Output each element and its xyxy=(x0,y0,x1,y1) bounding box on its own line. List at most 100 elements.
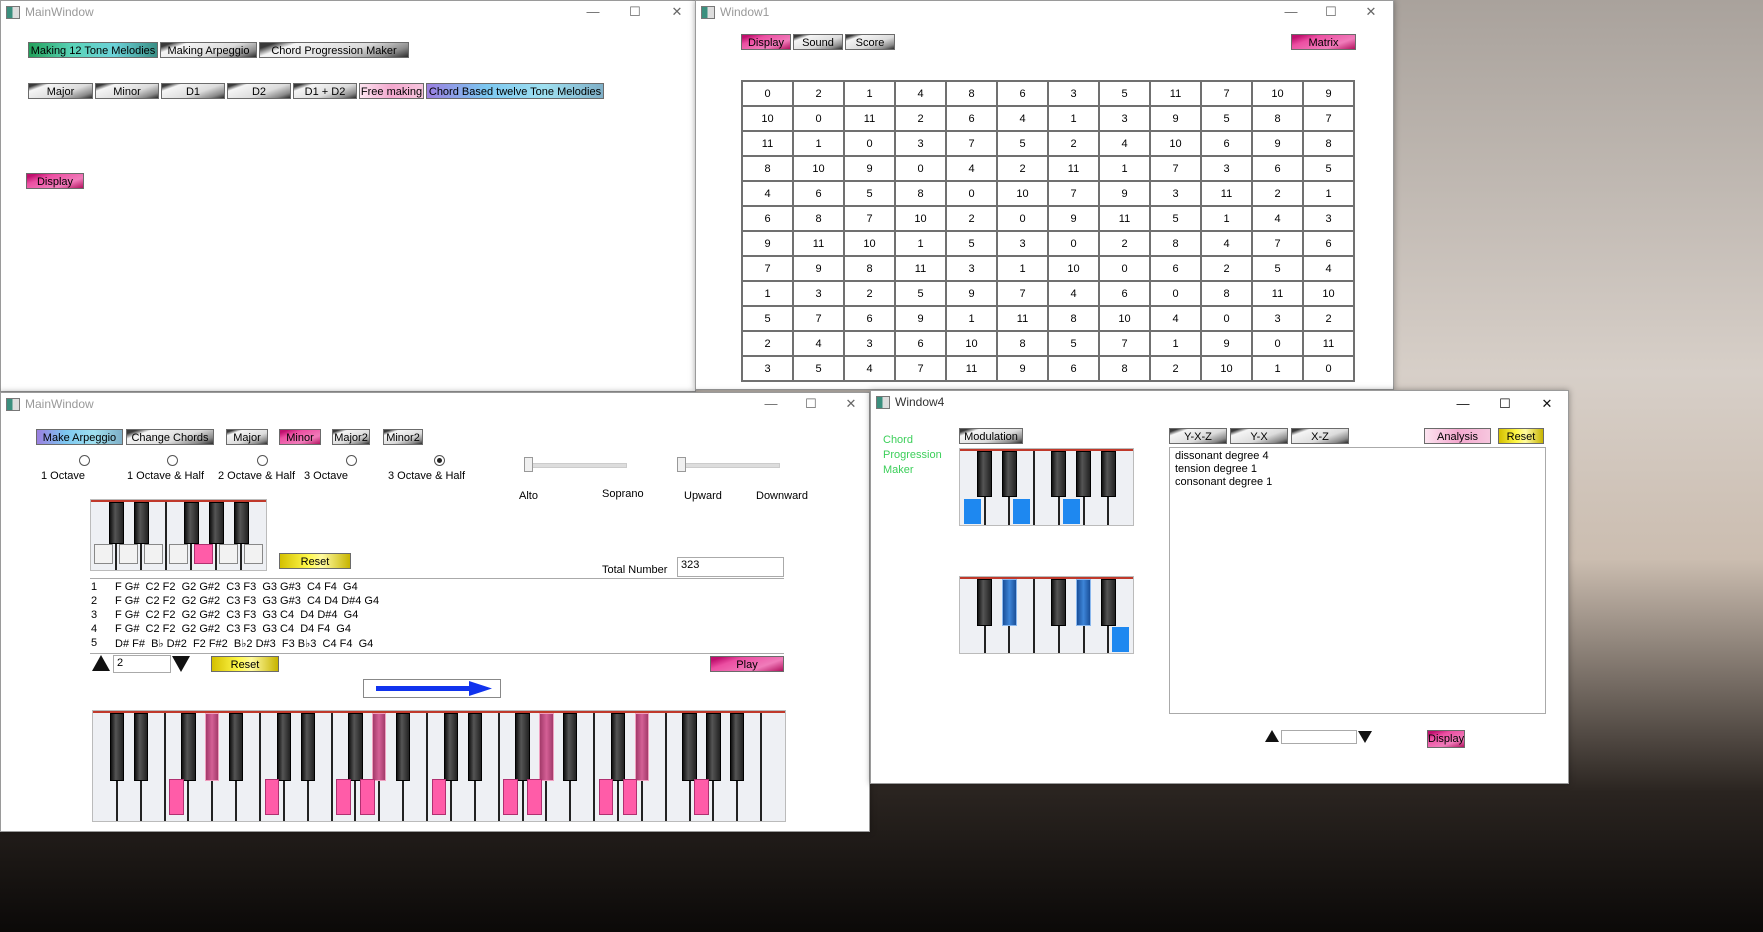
black-key[interactable] xyxy=(181,713,196,782)
pressed-white-key[interactable] xyxy=(527,778,542,815)
total-number-field[interactable]: 323 xyxy=(677,557,784,577)
major2-button[interactable]: Major2 xyxy=(332,429,370,445)
minimize-icon[interactable]: — xyxy=(571,1,615,25)
maximize-icon[interactable]: ☐ xyxy=(1483,393,1527,417)
black-key[interactable] xyxy=(300,713,315,782)
black-key[interactable] xyxy=(133,713,148,782)
d1-button[interactable]: D1 xyxy=(161,83,225,99)
black-key[interactable] xyxy=(1051,579,1067,627)
black-key[interactable] xyxy=(443,713,459,782)
x-z-button[interactable]: X-Z xyxy=(1291,428,1349,444)
black-key[interactable] xyxy=(183,502,199,544)
black-key[interactable] xyxy=(1100,451,1116,497)
chord-keyboard-x[interactable] xyxy=(959,448,1134,526)
melody-notes[interactable]: D# F# B♭ D#2 F2 F#2 B♭2 D#3 F3 B♭3 C4 F4… xyxy=(115,637,373,650)
radio-2-octave-half[interactable] xyxy=(257,455,268,466)
pressed-white-key[interactable] xyxy=(963,498,981,524)
degree-marker[interactable] xyxy=(144,544,163,564)
major-button[interactable]: Major xyxy=(226,429,268,445)
matrix-button[interactable]: Matrix xyxy=(1291,34,1356,50)
tab-display[interactable]: Display xyxy=(741,34,791,50)
making-arpeggio-button[interactable]: Making Arpeggio xyxy=(160,42,257,58)
degree-marker[interactable] xyxy=(219,544,238,564)
analysis-output[interactable]: dissonant degree 4 tension degree 1 conson… xyxy=(1169,447,1546,714)
black-key[interactable] xyxy=(1076,451,1091,497)
minor-button[interactable]: Minor xyxy=(279,429,321,445)
minimize-icon[interactable]: — xyxy=(1441,393,1485,417)
close-icon[interactable]: ✕ xyxy=(1525,393,1569,417)
melody-notes[interactable]: F G# C2 F2 G2 G#2 C3 F3 G3 C4 D4 F4 G4 xyxy=(115,623,351,635)
tab-score[interactable]: Score xyxy=(845,34,895,50)
major-button[interactable]: Major xyxy=(28,83,93,99)
voice-slider-track[interactable] xyxy=(529,463,627,468)
black-key[interactable] xyxy=(276,713,292,782)
black-key[interactable] xyxy=(610,713,626,782)
black-key[interactable] xyxy=(1051,451,1067,497)
degree-marker[interactable] xyxy=(119,544,138,564)
black-key[interactable] xyxy=(396,713,411,782)
black-key[interactable] xyxy=(634,713,649,782)
black-key[interactable] xyxy=(205,713,220,782)
maximize-icon[interactable]: ☐ xyxy=(1309,1,1353,25)
pressed-white-key[interactable] xyxy=(1062,498,1080,524)
chord-index-field[interactable] xyxy=(1281,730,1357,744)
minimize-icon[interactable]: — xyxy=(1269,1,1313,25)
pressed-white-key[interactable] xyxy=(360,778,375,815)
play-button[interactable]: Play xyxy=(710,656,784,672)
black-key[interactable] xyxy=(372,713,387,782)
maximize-icon[interactable]: ☐ xyxy=(613,1,657,25)
tab-sound[interactable]: Sound xyxy=(793,34,843,50)
black-key[interactable] xyxy=(539,713,554,782)
y-x-z-button[interactable]: Y-X-Z xyxy=(1169,428,1227,444)
pressed-white-key[interactable] xyxy=(503,778,518,815)
radio-3-octave-half[interactable] xyxy=(434,455,445,466)
pressed-white-key[interactable] xyxy=(694,778,709,815)
black-key[interactable] xyxy=(109,713,125,782)
degree-marker[interactable] xyxy=(169,544,188,564)
black-key[interactable] xyxy=(977,579,993,627)
degree-marker[interactable] xyxy=(94,544,113,564)
black-key[interactable] xyxy=(233,502,249,544)
black-key[interactable] xyxy=(229,713,244,782)
free-making-button[interactable]: Free making xyxy=(359,83,424,99)
black-key[interactable] xyxy=(1100,579,1116,627)
display-button[interactable]: Display xyxy=(26,173,84,189)
change-chords-button[interactable]: Change Chords xyxy=(126,429,214,445)
black-key[interactable] xyxy=(1076,579,1091,627)
piano-keyboard[interactable] xyxy=(92,710,786,822)
radio-1-octave[interactable] xyxy=(79,455,90,466)
reset-button[interactable]: Reset xyxy=(1498,428,1544,444)
scale-keyboard[interactable] xyxy=(90,499,267,571)
chord-progression-button[interactable]: Chord Progression Maker xyxy=(259,42,409,58)
direction-slider-track[interactable] xyxy=(682,463,780,468)
black-key[interactable] xyxy=(563,713,578,782)
black-key[interactable] xyxy=(730,713,745,782)
selected-degree-marker[interactable] xyxy=(194,544,213,564)
radio-1-octave-half[interactable] xyxy=(167,455,178,466)
black-key[interactable] xyxy=(133,502,149,544)
black-key[interactable] xyxy=(977,451,993,497)
black-key[interactable] xyxy=(515,713,530,782)
black-key[interactable] xyxy=(706,713,721,782)
melody-notes[interactable]: F G# C2 F2 G2 G#2 C3 F3 G3 G#3 C4 F4 G4 xyxy=(115,581,358,593)
black-key[interactable] xyxy=(348,713,363,782)
modulation-button[interactable]: Modulation xyxy=(959,428,1023,444)
minor-button[interactable]: Minor xyxy=(95,83,159,99)
black-key[interactable] xyxy=(682,713,697,782)
voice-slider-thumb[interactable] xyxy=(524,457,533,472)
close-icon[interactable]: ✕ xyxy=(655,1,699,25)
make-arpeggio-button[interactable]: Make Arpeggio xyxy=(36,429,123,445)
close-icon[interactable]: ✕ xyxy=(829,393,873,417)
making-12-tone-button[interactable]: Making 12 Tone Melodies xyxy=(28,42,158,58)
spinner-down-icon[interactable] xyxy=(172,656,190,672)
black-key[interactable] xyxy=(467,713,482,782)
pressed-white-key[interactable] xyxy=(336,778,351,815)
pressed-white-key[interactable] xyxy=(1112,626,1130,652)
melody-index-field[interactable]: 2 xyxy=(113,655,171,673)
display-button[interactable]: Display xyxy=(1427,730,1465,748)
black-key[interactable] xyxy=(108,502,124,544)
y-x-button[interactable]: Y-X xyxy=(1230,428,1288,444)
melody-notes[interactable]: F G# C2 F2 G2 G#2 C3 F3 G3 G#3 C4 D4 D#4… xyxy=(115,595,379,607)
minimize-icon[interactable]: — xyxy=(749,393,793,417)
pressed-white-key[interactable] xyxy=(598,778,614,815)
